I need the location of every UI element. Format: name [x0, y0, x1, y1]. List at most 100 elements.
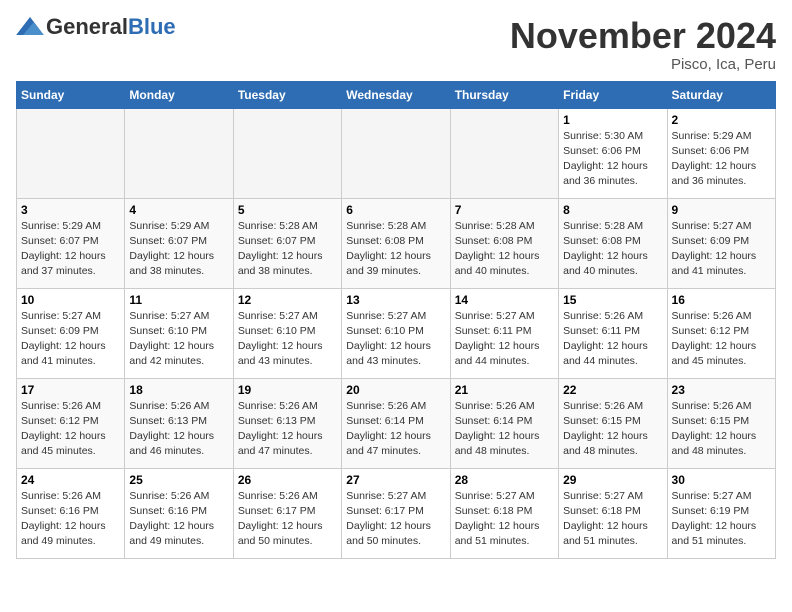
calendar-cell: 27 Sunrise: 5:27 AM Sunset: 6:17 PM Dayli… — [342, 468, 450, 558]
day-number: 6 — [346, 203, 445, 217]
calendar-cell: 17 Sunrise: 5:26 AM Sunset: 6:12 PM Dayli… — [17, 378, 125, 468]
day-info: Sunrise: 5:28 AM Sunset: 6:08 PM Dayligh… — [455, 219, 554, 280]
weekday-header: Sunday — [17, 81, 125, 108]
calendar-cell: 4Sunrise: 5:29 AM Sunset: 6:07 PM Daylig… — [125, 198, 233, 288]
day-number: 18 — [129, 383, 228, 397]
calendar-cell: 20 Sunrise: 5:26 AM Sunset: 6:14 PM Dayli… — [342, 378, 450, 468]
day-number: 15 — [563, 293, 662, 307]
day-info: Sunrise: 5:29 AM Sunset: 6:07 PM Dayligh… — [129, 219, 228, 280]
day-info: Sunrise: 5:26 AM Sunset: 6:13 PM Dayligh… — [238, 399, 337, 460]
calendar-cell — [342, 108, 450, 198]
day-number: 23 — [672, 383, 771, 397]
day-number: 16 — [672, 293, 771, 307]
calendar-cell: 8 Sunrise: 5:28 AM Sunset: 6:08 PM Daylig… — [559, 198, 667, 288]
day-number: 11 — [129, 293, 228, 307]
day-number: 17 — [21, 383, 120, 397]
day-info: Sunrise: 5:27 AM Sunset: 6:10 PM Dayligh… — [346, 309, 445, 370]
calendar-cell: 15 Sunrise: 5:26 AM Sunset: 6:11 PM Dayli… — [559, 288, 667, 378]
day-number: 1 — [563, 113, 662, 127]
calendar-cell — [17, 108, 125, 198]
day-number: 5 — [238, 203, 337, 217]
calendar-cell: 30 Sunrise: 5:27 AM Sunset: 6:19 PM Dayli… — [667, 468, 775, 558]
calendar-cell: 26 Sunrise: 5:26 AM Sunset: 6:17 PM Dayli… — [233, 468, 341, 558]
calendar-header-row: SundayMondayTuesdayWednesdayThursdayFrid… — [17, 81, 776, 108]
day-number: 20 — [346, 383, 445, 397]
calendar-cell: 5 Sunrise: 5:28 AM Sunset: 6:07 PM Daylig… — [233, 198, 341, 288]
day-info: Sunrise: 5:27 AM Sunset: 6:18 PM Dayligh… — [563, 489, 662, 550]
day-number: 19 — [238, 383, 337, 397]
day-number: 27 — [346, 473, 445, 487]
calendar-cell: 18 Sunrise: 5:26 AM Sunset: 6:13 PM Dayli… — [125, 378, 233, 468]
day-number: 21 — [455, 383, 554, 397]
day-info: Sunrise: 5:26 AM Sunset: 6:15 PM Dayligh… — [672, 399, 771, 460]
day-info: Sunrise: 5:26 AM Sunset: 6:17 PM Dayligh… — [238, 489, 337, 550]
calendar-cell: 3 Sunrise: 5:29 AM Sunset: 6:07 PM Daylig… — [17, 198, 125, 288]
calendar-cell: 14Sunrise: 5:27 AM Sunset: 6:11 PM Dayli… — [450, 288, 558, 378]
day-info: Sunrise: 5:26 AM Sunset: 6:14 PM Dayligh… — [346, 399, 445, 460]
day-number: 25 — [129, 473, 228, 487]
day-info: Sunrise: 5:27 AM Sunset: 6:19 PM Dayligh… — [672, 489, 771, 550]
calendar-cell: 12 Sunrise: 5:27 AM Sunset: 6:10 PM Dayli… — [233, 288, 341, 378]
location: Pisco, Ica, Peru — [510, 56, 776, 73]
day-number: 12 — [238, 293, 337, 307]
day-info: Sunrise: 5:30 AM Sunset: 6:06 PM Dayligh… — [563, 129, 662, 190]
calendar-week-row: 3 Sunrise: 5:29 AM Sunset: 6:07 PM Daylig… — [17, 198, 776, 288]
month-title: November 2024 — [510, 16, 776, 56]
calendar-cell: 6 Sunrise: 5:28 AM Sunset: 6:08 PM Daylig… — [342, 198, 450, 288]
day-info: Sunrise: 5:29 AM Sunset: 6:06 PM Dayligh… — [672, 129, 771, 190]
day-info: Sunrise: 5:28 AM Sunset: 6:08 PM Dayligh… — [563, 219, 662, 280]
calendar-cell: 21 Sunrise: 5:26 AM Sunset: 6:14 PM Dayli… — [450, 378, 558, 468]
day-number: 28 — [455, 473, 554, 487]
calendar-cell: 9 Sunrise: 5:27 AM Sunset: 6:09 PM Daylig… — [667, 198, 775, 288]
calendar-table: SundayMondayTuesdayWednesdayThursdayFrid… — [16, 81, 776, 559]
day-info: Sunrise: 5:26 AM Sunset: 6:12 PM Dayligh… — [21, 399, 120, 460]
day-info: Sunrise: 5:28 AM Sunset: 6:08 PM Dayligh… — [346, 219, 445, 280]
logo: GeneralBlue — [16, 16, 176, 38]
calendar-cell: 13 Sunrise: 5:27 AM Sunset: 6:10 PM Dayli… — [342, 288, 450, 378]
day-info: Sunrise: 5:27 AM Sunset: 6:10 PM Dayligh… — [129, 309, 228, 370]
day-info: Sunrise: 5:26 AM Sunset: 6:11 PM Dayligh… — [563, 309, 662, 370]
calendar-cell: 23 Sunrise: 5:26 AM Sunset: 6:15 PM Dayli… — [667, 378, 775, 468]
page-header: GeneralBlue November 2024 Pisco, Ica, Pe… — [16, 16, 776, 73]
day-info: Sunrise: 5:29 AM Sunset: 6:07 PM Dayligh… — [21, 219, 120, 280]
calendar-cell — [450, 108, 558, 198]
day-number: 8 — [563, 203, 662, 217]
day-number: 10 — [21, 293, 120, 307]
day-info: Sunrise: 5:26 AM Sunset: 6:16 PM Dayligh… — [129, 489, 228, 550]
day-number: 7 — [455, 203, 554, 217]
day-info: Sunrise: 5:26 AM Sunset: 6:16 PM Dayligh… — [21, 489, 120, 550]
calendar-cell: 2Sunrise: 5:29 AM Sunset: 6:06 PM Daylig… — [667, 108, 775, 198]
calendar-cell: 10 Sunrise: 5:27 AM Sunset: 6:09 PM Dayli… — [17, 288, 125, 378]
weekday-header: Tuesday — [233, 81, 341, 108]
calendar-week-row: 1 Sunrise: 5:30 AM Sunset: 6:06 PM Daylig… — [17, 108, 776, 198]
day-number: 9 — [672, 203, 771, 217]
day-number: 22 — [563, 383, 662, 397]
logo-icon — [16, 17, 44, 35]
calendar-cell: 16Sunrise: 5:26 AM Sunset: 6:12 PM Dayli… — [667, 288, 775, 378]
calendar-cell: 7 Sunrise: 5:28 AM Sunset: 6:08 PM Daylig… — [450, 198, 558, 288]
day-info: Sunrise: 5:26 AM Sunset: 6:13 PM Dayligh… — [129, 399, 228, 460]
day-number: 29 — [563, 473, 662, 487]
calendar-cell — [233, 108, 341, 198]
weekday-header: Monday — [125, 81, 233, 108]
day-number: 24 — [21, 473, 120, 487]
day-info: Sunrise: 5:27 AM Sunset: 6:10 PM Dayligh… — [238, 309, 337, 370]
day-info: Sunrise: 5:27 AM Sunset: 6:09 PM Dayligh… — [21, 309, 120, 370]
calendar-cell: 11 Sunrise: 5:27 AM Sunset: 6:10 PM Dayli… — [125, 288, 233, 378]
day-number: 26 — [238, 473, 337, 487]
day-info: Sunrise: 5:27 AM Sunset: 6:18 PM Dayligh… — [455, 489, 554, 550]
day-number: 30 — [672, 473, 771, 487]
calendar-cell: 29 Sunrise: 5:27 AM Sunset: 6:18 PM Dayli… — [559, 468, 667, 558]
title-area: November 2024 Pisco, Ica, Peru — [510, 16, 776, 73]
logo-text: GeneralBlue — [46, 16, 176, 38]
calendar-week-row: 17 Sunrise: 5:26 AM Sunset: 6:12 PM Dayli… — [17, 378, 776, 468]
day-info: Sunrise: 5:28 AM Sunset: 6:07 PM Dayligh… — [238, 219, 337, 280]
day-info: Sunrise: 5:27 AM Sunset: 6:17 PM Dayligh… — [346, 489, 445, 550]
day-number: 13 — [346, 293, 445, 307]
weekday-header: Saturday — [667, 81, 775, 108]
calendar-cell: 24 Sunrise: 5:26 AM Sunset: 6:16 PM Dayli… — [17, 468, 125, 558]
day-info: Sunrise: 5:26 AM Sunset: 6:14 PM Dayligh… — [455, 399, 554, 460]
weekday-header: Friday — [559, 81, 667, 108]
day-info: Sunrise: 5:27 AM Sunset: 6:09 PM Dayligh… — [672, 219, 771, 280]
day-number: 3 — [21, 203, 120, 217]
